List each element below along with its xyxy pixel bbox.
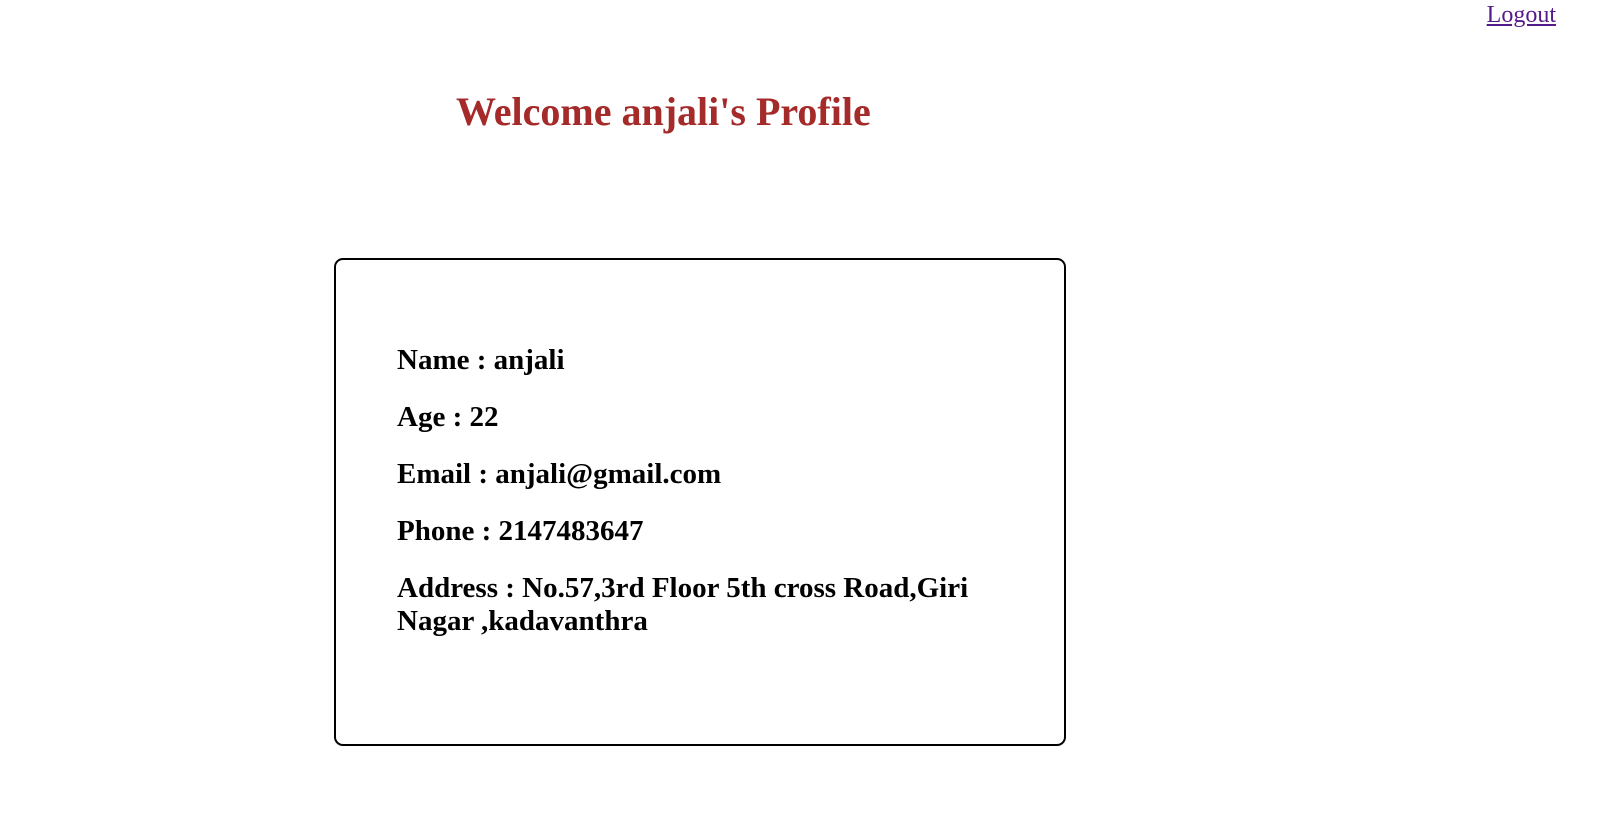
address-field: Address : No.57,3rd Floor 5th cross Road… [397,572,969,637]
page-title: Welcome anjali's Profile [456,89,871,134]
profile-details: Name : anjali Age : 22 Email : anjali@gm… [397,344,1017,662]
email-field: Email : anjali@gmail.com [397,458,722,490]
age-field: Age : 22 [397,401,499,433]
phone-field: Phone : 2147483647 [397,515,644,547]
profile-card: Name : anjali Age : 22 Email : anjali@gm… [334,258,1066,746]
logout-link[interactable]: Logout [1487,2,1556,29]
name-field: Name : anjali [397,344,565,376]
